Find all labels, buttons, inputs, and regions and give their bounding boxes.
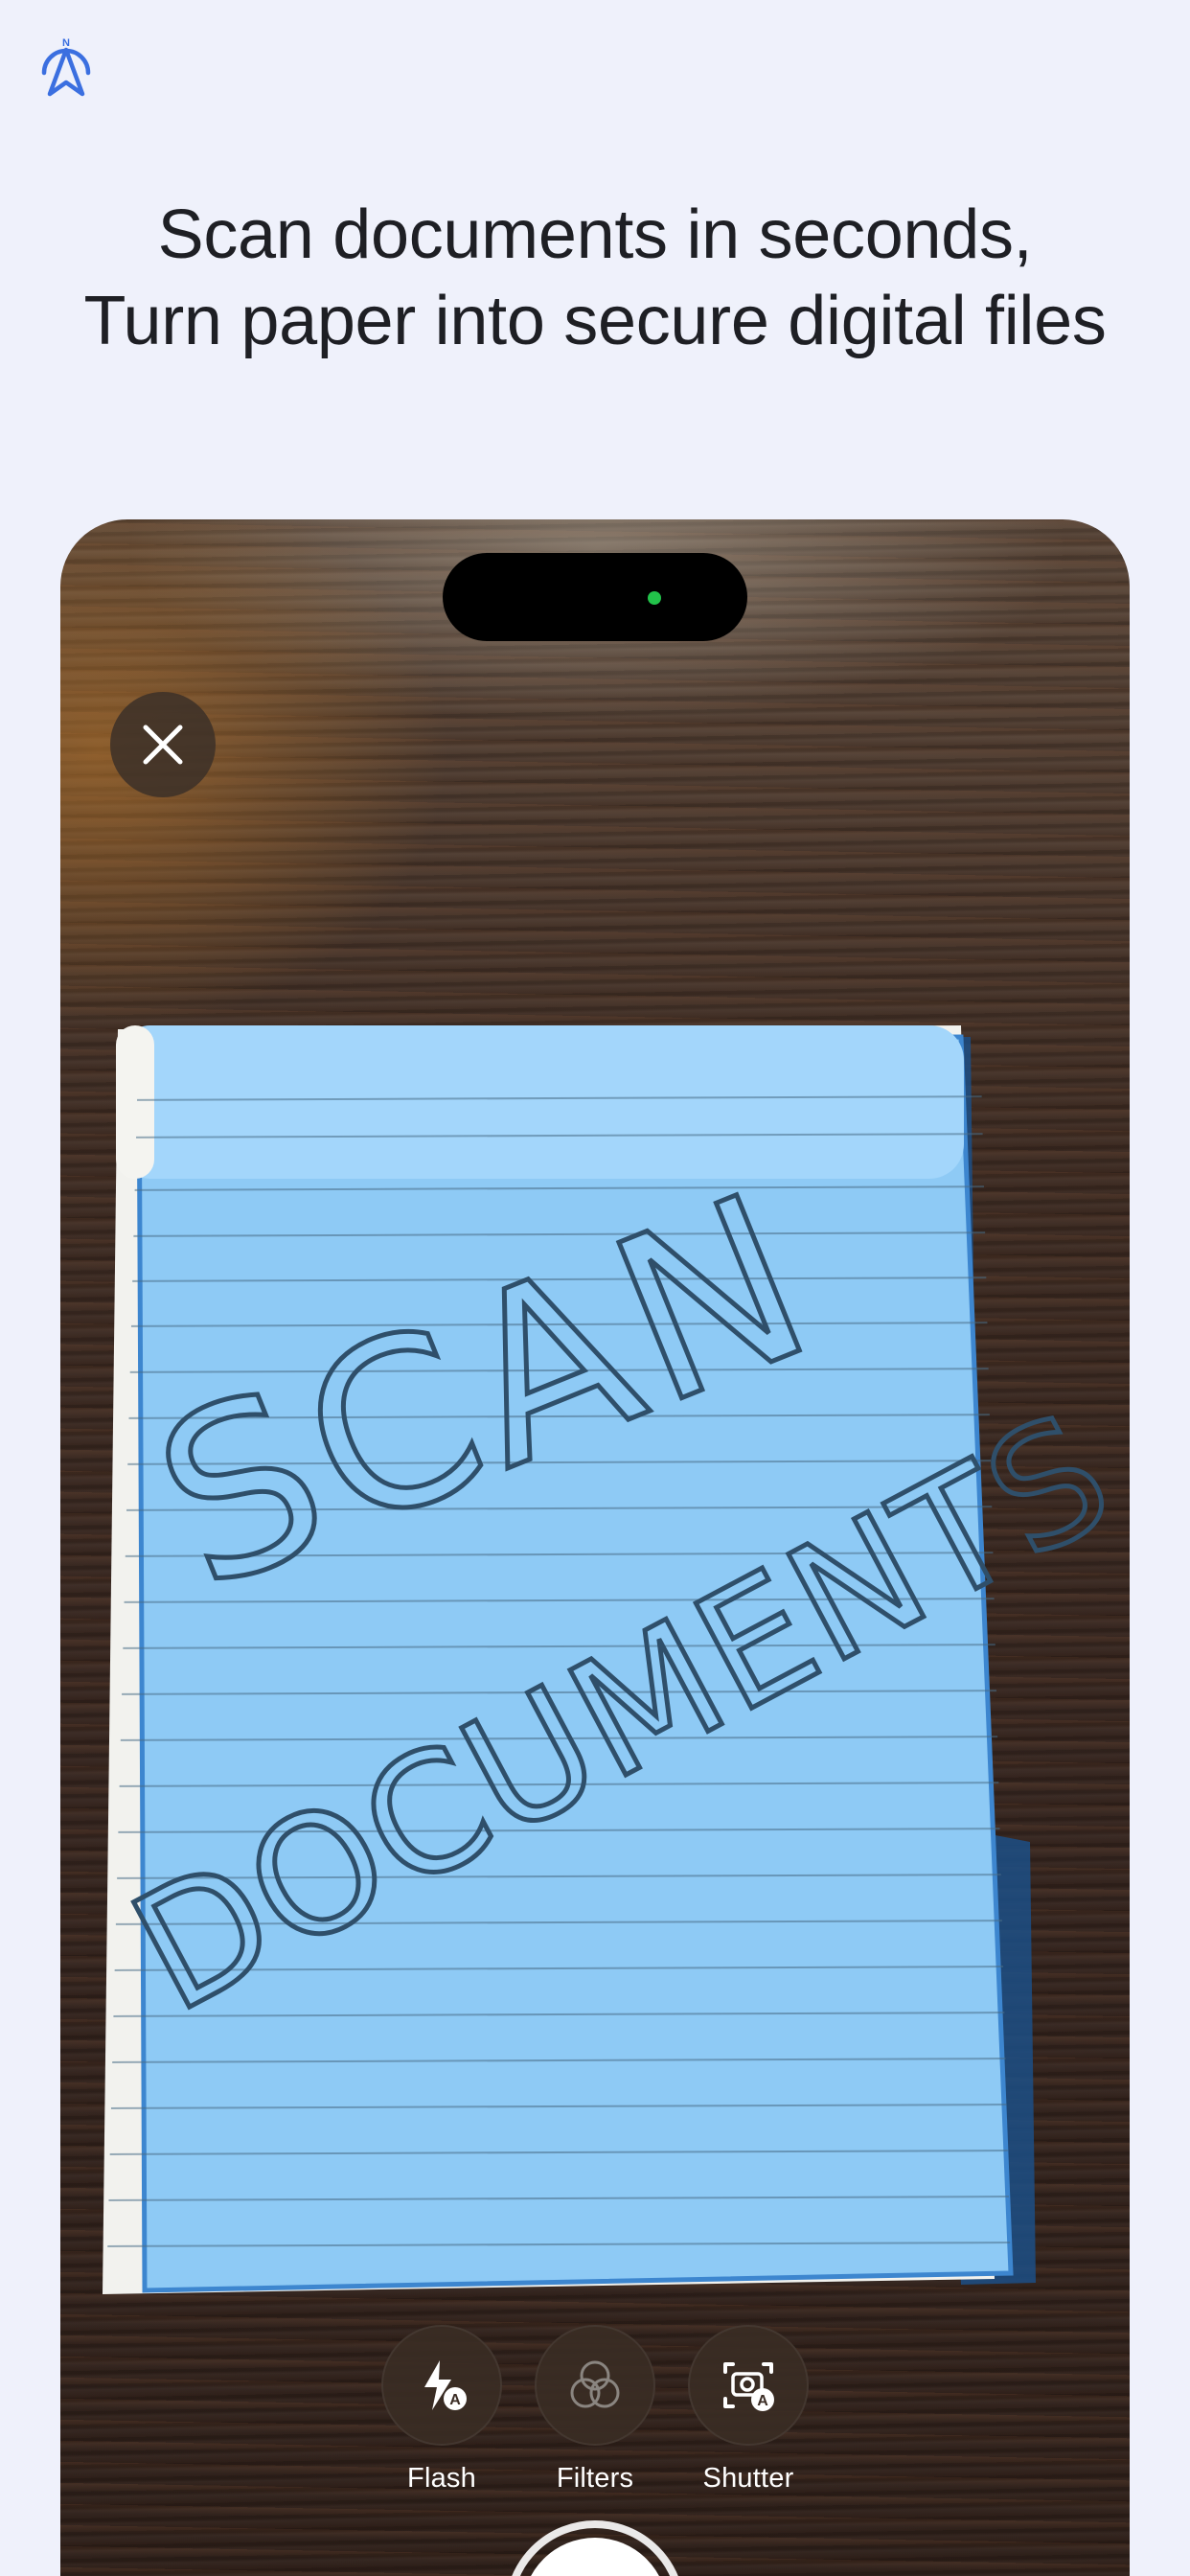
close-icon: [143, 724, 183, 765]
filters-button[interactable]: [535, 2325, 655, 2446]
headline-line-1: Scan documents in seconds,: [157, 196, 1033, 273]
document-preview: SCAN DOCUMENTS: [103, 1025, 1130, 2294]
camera-preview: SCAN DOCUMENTS A Flash Filters A Shutter: [60, 519, 1130, 2576]
filters-control[interactable]: Filters: [535, 2325, 655, 2495]
dynamic-island: [443, 553, 747, 641]
flash-label: Flash: [407, 2463, 476, 2494]
close-button[interactable]: [110, 692, 216, 797]
svg-text:A: A: [449, 2392, 461, 2408]
svg-text:A: A: [757, 2393, 768, 2409]
filters-icon: [570, 2360, 620, 2408]
svg-text:N: N: [62, 37, 70, 49]
filters-label: Filters: [556, 2463, 634, 2494]
paper-roll: [116, 1025, 964, 1179]
camera-indicator: [648, 591, 661, 605]
shutter-mode-button[interactable]: A: [688, 2325, 809, 2446]
shutter-mode-control[interactable]: A Shutter: [688, 2325, 809, 2495]
flash-button[interactable]: A: [381, 2325, 502, 2446]
app-logo-icon: N: [41, 37, 91, 97]
shutter-mode-label: Shutter: [702, 2463, 794, 2494]
flash-auto-icon: A: [424, 2360, 467, 2410]
auto-shutter-icon: A: [723, 2362, 774, 2411]
camera-controls: A Flash Filters A Shutter: [60, 2325, 1130, 2517]
headline-line-2: Turn paper into secure digital files: [83, 283, 1107, 359]
page-headline: Scan documents in seconds, Turn paper in…: [0, 192, 1190, 364]
flash-control[interactable]: A Flash: [381, 2325, 502, 2495]
